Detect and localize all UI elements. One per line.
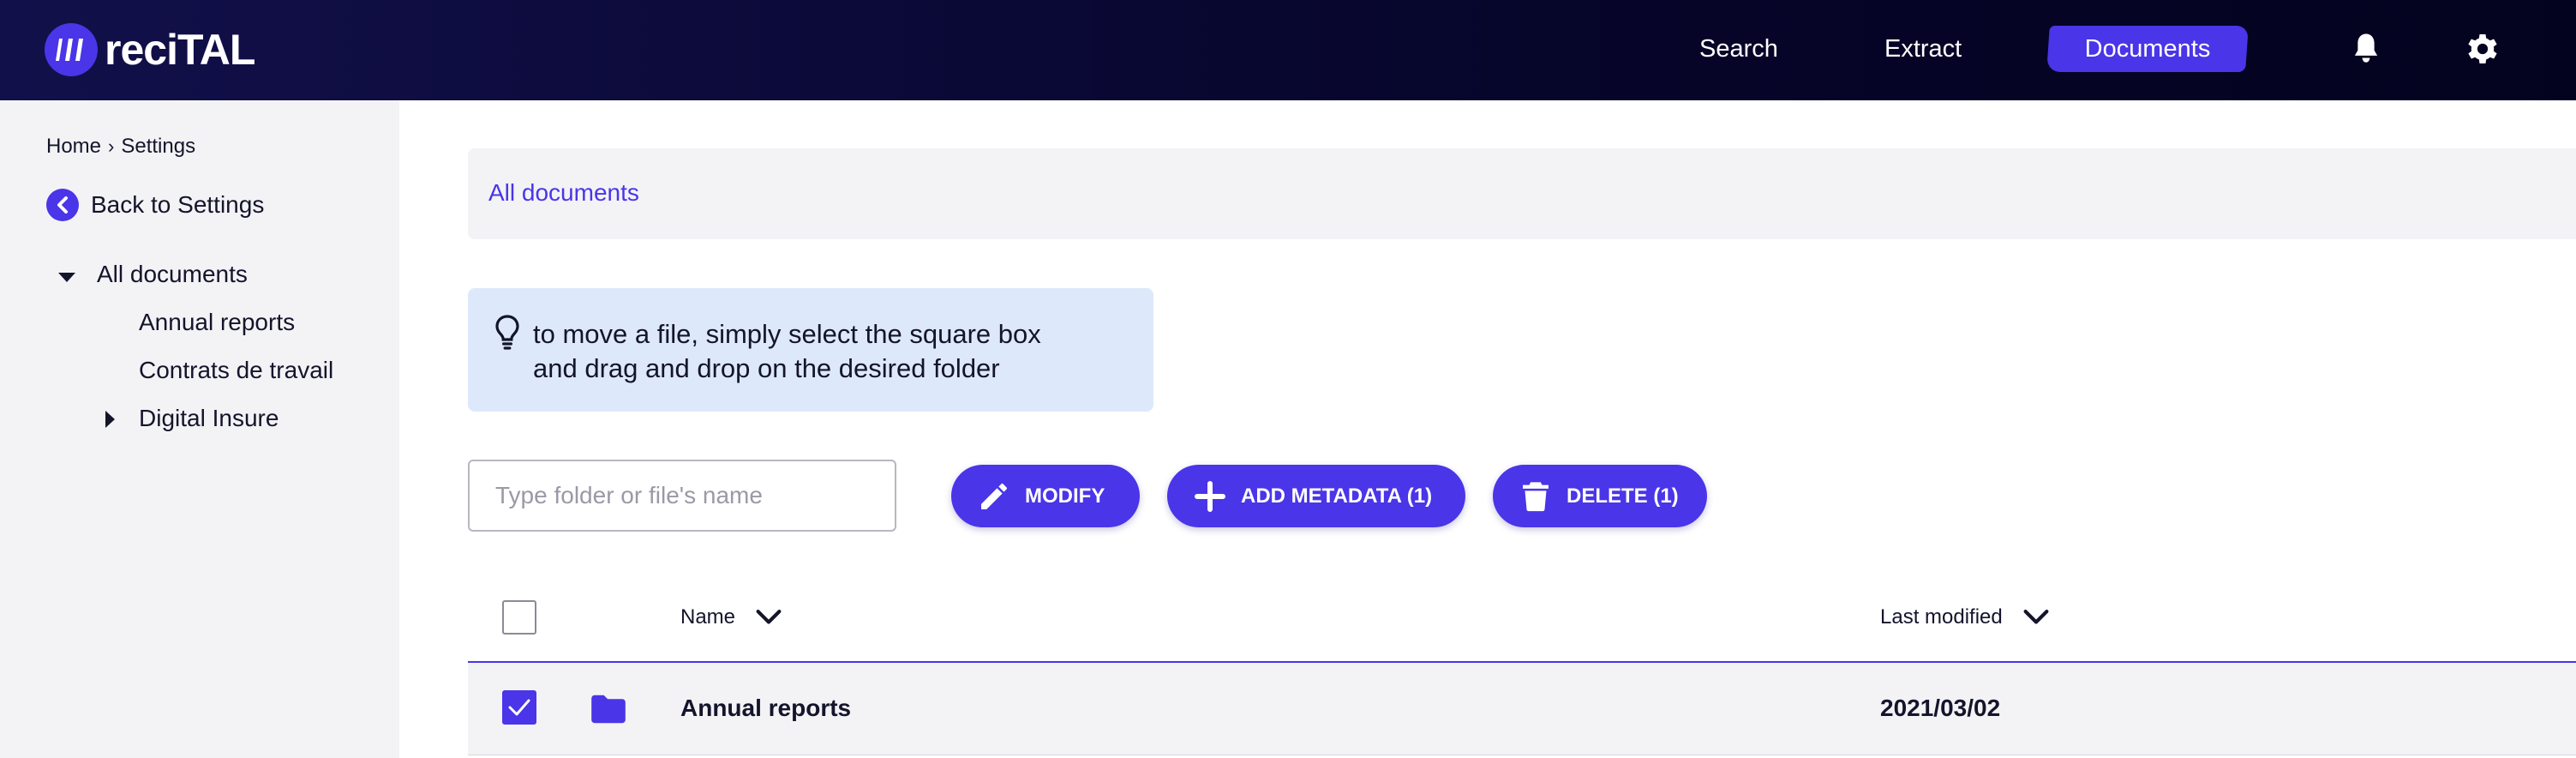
add-metadata-label: ADD METADATA (1)	[1241, 484, 1433, 508]
chevron-left-icon	[46, 189, 79, 221]
caret-right-icon[interactable]	[105, 411, 115, 428]
main-breadcrumb-all-documents[interactable]: All documents	[488, 179, 639, 207]
delete-button[interactable]: DELETE (1)	[1493, 465, 1707, 527]
tip-banner: to move a file, simply select the square…	[468, 288, 1153, 412]
table-row[interactable]: Annual reports 2021/03/02	[468, 663, 2576, 755]
nav-documents-label: Documents	[2084, 35, 2211, 63]
plus-icon	[1193, 479, 1227, 514]
top-navbar: reciTAL Search Extract Documents	[0, 0, 2576, 100]
delete-label: DELETE (1)	[1567, 484, 1679, 508]
bell-icon[interactable]	[2348, 31, 2384, 67]
tree-item-all-documents[interactable]: All documents	[97, 261, 248, 288]
row-checkbox-checked[interactable]	[502, 690, 536, 725]
tip-line-1: to move a file, simply select the square…	[533, 319, 1041, 349]
column-name-label: Name	[680, 605, 736, 629]
row-name[interactable]: Annual reports	[680, 695, 851, 722]
pencil-icon	[977, 479, 1011, 514]
folder-icon	[591, 695, 626, 724]
recital-logo[interactable]: reciTAL	[45, 22, 255, 77]
chevron-down-icon[interactable]	[754, 608, 783, 627]
tree-item-digital-insure[interactable]: Digital Insure	[139, 405, 279, 432]
tree-item-annual-reports[interactable]: Annual reports	[139, 309, 295, 336]
caret-down-icon[interactable]	[58, 273, 75, 282]
chevron-down-icon[interactable]	[2022, 608, 2051, 627]
main-breadcrumb-bar: All documents	[468, 148, 2576, 239]
nav-extract[interactable]: Extract	[1884, 32, 1962, 66]
breadcrumb-home[interactable]: Home	[46, 135, 101, 159]
modify-button[interactable]: MODIFY	[951, 465, 1140, 527]
column-last-modified-label: Last modified	[1880, 605, 2003, 629]
breadcrumb-settings[interactable]: Settings	[121, 135, 195, 159]
gear-icon[interactable]	[2465, 31, 2501, 67]
nav-documents[interactable]: Documents	[2046, 26, 2249, 72]
logo-mark-icon	[45, 23, 98, 76]
checkmark-icon	[508, 699, 530, 716]
back-to-settings-link[interactable]: Back to Settings	[46, 189, 264, 221]
logo-text: reciTAL	[105, 26, 255, 74]
modify-label: MODIFY	[1025, 484, 1105, 508]
tree-item-contrats-de-travail[interactable]: Contrats de travail	[139, 357, 333, 384]
column-header-last-modified[interactable]: Last modified	[1880, 605, 2051, 629]
column-header-name[interactable]: Name	[680, 605, 783, 629]
sidebar-breadcrumb: Home › Settings	[46, 135, 195, 159]
search-input[interactable]	[468, 460, 896, 532]
tip-line-2: and drag and drop on the desired folder	[533, 353, 1000, 383]
row-last-modified: 2021/03/02	[1880, 695, 2001, 721]
tip-text: to move a file, simply select the square…	[533, 317, 1041, 386]
trash-icon	[1519, 479, 1553, 514]
nav-search[interactable]: Search	[1699, 32, 1778, 66]
lightbulb-icon	[495, 315, 519, 350]
add-metadata-button[interactable]: ADD METADATA (1)	[1167, 465, 1465, 527]
sidebar: Home › Settings Back to Settings All doc…	[0, 100, 399, 758]
back-to-settings-label: Back to Settings	[91, 191, 265, 218]
chevron-right-icon: ›	[108, 135, 115, 157]
select-all-checkbox[interactable]	[502, 600, 536, 635]
